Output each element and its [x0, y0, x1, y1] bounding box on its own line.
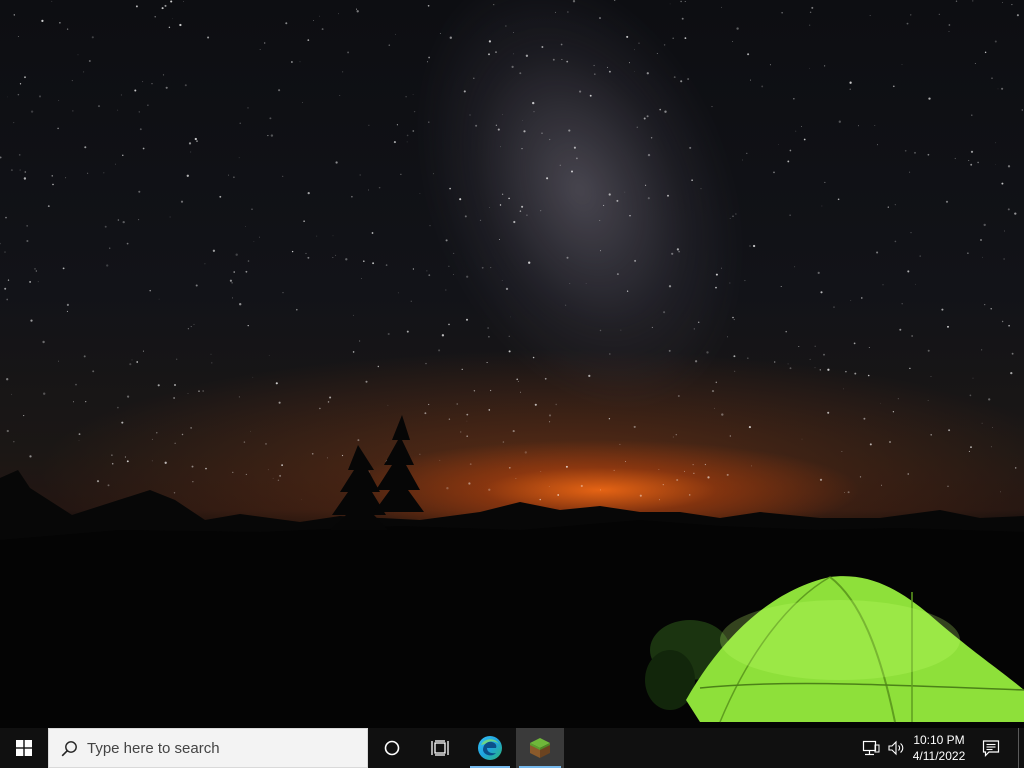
pine-trees [330, 415, 424, 530]
desktop-wallpaper[interactable] [0, 0, 1024, 728]
task-view-button[interactable] [416, 728, 464, 768]
task-view-icon [431, 740, 449, 756]
ethernet-icon [862, 740, 880, 756]
search-box[interactable]: Type here to search [48, 728, 368, 768]
show-desktop-button[interactable] [1018, 728, 1024, 768]
taskbar: Type here to search 10:10 PM 4/11/2022 [0, 728, 1024, 768]
circle-icon [384, 740, 400, 756]
clock-date: 4/11/2022 [912, 749, 966, 763]
start-button[interactable] [0, 728, 48, 768]
action-center-icon [982, 740, 1000, 757]
clock-time: 10:10 PM [913, 733, 965, 747]
landscape [0, 415, 1024, 728]
search-input[interactable]: Type here to search [87, 740, 220, 757]
minecraft-button[interactable] [516, 728, 564, 768]
cortana-button[interactable] [368, 728, 416, 768]
minecraft-grass-block-icon [530, 738, 550, 758]
edge-button[interactable] [467, 728, 513, 768]
speaker-icon [888, 740, 904, 756]
notification-button[interactable] [974, 728, 1008, 768]
clock[interactable]: 10:10 PM 4/11/2022 [908, 728, 970, 768]
network-button[interactable] [858, 728, 884, 768]
volume-button[interactable] [884, 728, 908, 768]
edge-icon [478, 736, 502, 760]
search-icon [61, 740, 78, 757]
windows-logo-icon [16, 740, 32, 756]
